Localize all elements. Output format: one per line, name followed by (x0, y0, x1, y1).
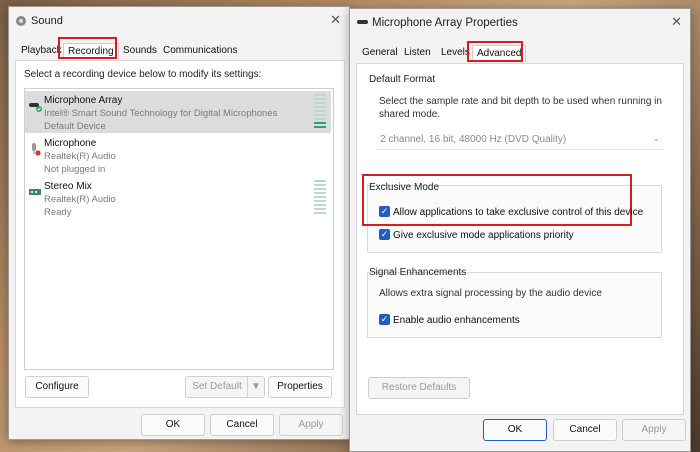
allow-exclusive-label[interactable]: Allow applications to take exclusive con… (393, 207, 643, 218)
properties-window-title: Microphone Array Properties (372, 17, 518, 29)
device-status: Not plugged in (44, 164, 106, 175)
signal-enhancements-label: Signal Enhancements (369, 267, 467, 278)
chevron-down-icon: ⌄ (652, 133, 660, 143)
device-driver: Realtek(R) Audio (44, 194, 116, 205)
level-meter (314, 180, 326, 216)
properties-cancel-button[interactable]: Cancel (553, 419, 617, 441)
list-item-stereo-mix[interactable]: Stereo Mix Realtek(R) Audio Ready (25, 177, 331, 219)
device-name: Microphone Array (44, 95, 123, 106)
set-default-button[interactable]: Set Default (185, 376, 249, 398)
set-default-dropdown[interactable]: ▼ (247, 376, 265, 398)
close-icon[interactable]: ✕ (671, 14, 682, 30)
stereo-mix-icon (28, 185, 42, 202)
device-status: Ready (44, 207, 72, 218)
recording-instruction: Select a recording device below to modif… (24, 69, 262, 80)
signal-enhancements-description: Allows extra signal processing by the au… (379, 288, 602, 299)
device-name: Stereo Mix (44, 181, 92, 192)
default-format-description: Select the sample rate and bit depth to … (379, 95, 662, 121)
enable-enhancements-label[interactable]: Enable audio enhancements (393, 315, 520, 326)
list-item-microphone-array[interactable]: Microphone Array Intel® Smart Sound Tech… (25, 91, 331, 133)
default-format-description-line: shared mode. (379, 109, 441, 120)
sound-window-title: Sound (31, 15, 63, 27)
list-item-microphone[interactable]: Microphone Realtek(R) Audio Not plugged … (25, 134, 331, 176)
device-name: Microphone (44, 138, 97, 149)
exclusive-mode-label: Exclusive Mode (369, 182, 440, 193)
level-meter (314, 94, 326, 130)
default-format-select[interactable]: 2 channel, 16 bit, 48000 Hz (DVD Quality… (377, 131, 664, 150)
restore-defaults-button[interactable]: Restore Defaults (368, 377, 470, 399)
device-status: Default Device (44, 121, 106, 132)
allow-exclusive-checkbox[interactable]: ✓ (379, 206, 390, 217)
device-list[interactable]: Microphone Array Intel® Smart Sound Tech… (24, 88, 334, 370)
sound-ok-button[interactable]: OK (141, 414, 205, 436)
sound-titlebar[interactable]: Sound ✕ (9, 7, 349, 35)
microphone-icon (28, 142, 42, 159)
tab-listen[interactable]: Listen (400, 45, 435, 61)
properties-apply-button[interactable]: Apply (622, 419, 686, 441)
default-format-value: 2 channel, 16 bit, 48000 Hz (DVD Quality… (380, 134, 567, 145)
microphone-array-icon (356, 17, 370, 32)
exclusive-priority-label[interactable]: Give exclusive mode applications priorit… (393, 230, 574, 241)
enable-enhancements-checkbox[interactable]: ✓ (379, 314, 390, 325)
properties-titlebar[interactable]: Microphone Array Properties ✕ (350, 9, 690, 37)
configure-button[interactable]: Configure (25, 376, 89, 398)
chevron-down-icon: ▼ (251, 381, 261, 392)
sound-cancel-button[interactable]: Cancel (210, 414, 274, 436)
sound-apply-button[interactable]: Apply (279, 414, 343, 436)
exclusive-priority-checkbox[interactable]: ✓ (379, 229, 390, 240)
default-format-description-line: Select the sample rate and bit depth to … (379, 96, 662, 107)
close-icon[interactable]: ✕ (330, 12, 341, 28)
signal-enhancements-group (367, 272, 662, 338)
tab-sounds[interactable]: Sounds (119, 43, 161, 59)
tab-general[interactable]: General (358, 45, 402, 61)
microphone-array-icon (28, 99, 42, 116)
tab-communications[interactable]: Communications (159, 43, 241, 59)
default-format-label: Default Format (369, 74, 436, 85)
device-driver: Realtek(R) Audio (44, 151, 116, 162)
properties-ok-button[interactable]: OK (483, 419, 547, 441)
advanced-tab-highlight (467, 41, 523, 62)
device-driver: Intel® Smart Sound Technology for Digita… (44, 108, 278, 119)
recording-tab-highlight (58, 37, 117, 59)
properties-button[interactable]: Properties (268, 376, 332, 398)
speaker-icon (15, 15, 27, 30)
